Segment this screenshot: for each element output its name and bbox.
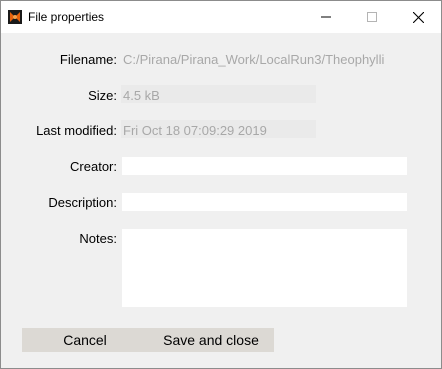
- last-modified-label: Last modified:: [36, 123, 117, 138]
- size-label: Size:: [88, 88, 117, 103]
- description-input[interactable]: [122, 193, 407, 211]
- pirana-app-icon: [8, 10, 22, 24]
- button-bar: Cancel Save and close: [22, 328, 274, 352]
- creator-label: Creator:: [70, 159, 117, 174]
- notes-textarea[interactable]: [122, 229, 407, 307]
- maximize-button[interactable]: [349, 1, 395, 33]
- minimize-icon: [321, 16, 331, 18]
- minimize-button[interactable]: [303, 1, 349, 33]
- cancel-button[interactable]: Cancel: [22, 328, 148, 352]
- description-label: Description:: [48, 195, 117, 210]
- filename-value: C:/Pirana/Pirana_Work/LocalRun3/Theophyl…: [123, 52, 385, 67]
- close-icon: [412, 11, 424, 23]
- save-and-close-button[interactable]: Save and close: [148, 328, 274, 352]
- close-button[interactable]: [395, 1, 441, 33]
- filename-label: Filename:: [59, 52, 117, 67]
- maximize-icon: [367, 12, 377, 22]
- window-title: File properties: [28, 10, 105, 24]
- notes-label: Notes:: [79, 231, 117, 246]
- title-bar[interactable]: File properties: [1, 1, 441, 33]
- creator-input[interactable]: [122, 157, 407, 175]
- size-value: 4.5 kB: [123, 88, 160, 103]
- last-modified-value: Fri Oct 18 07:09:29 2019: [123, 123, 267, 138]
- file-properties-dialog: File properties Filename: C:/Pirana/Pira…: [0, 0, 442, 369]
